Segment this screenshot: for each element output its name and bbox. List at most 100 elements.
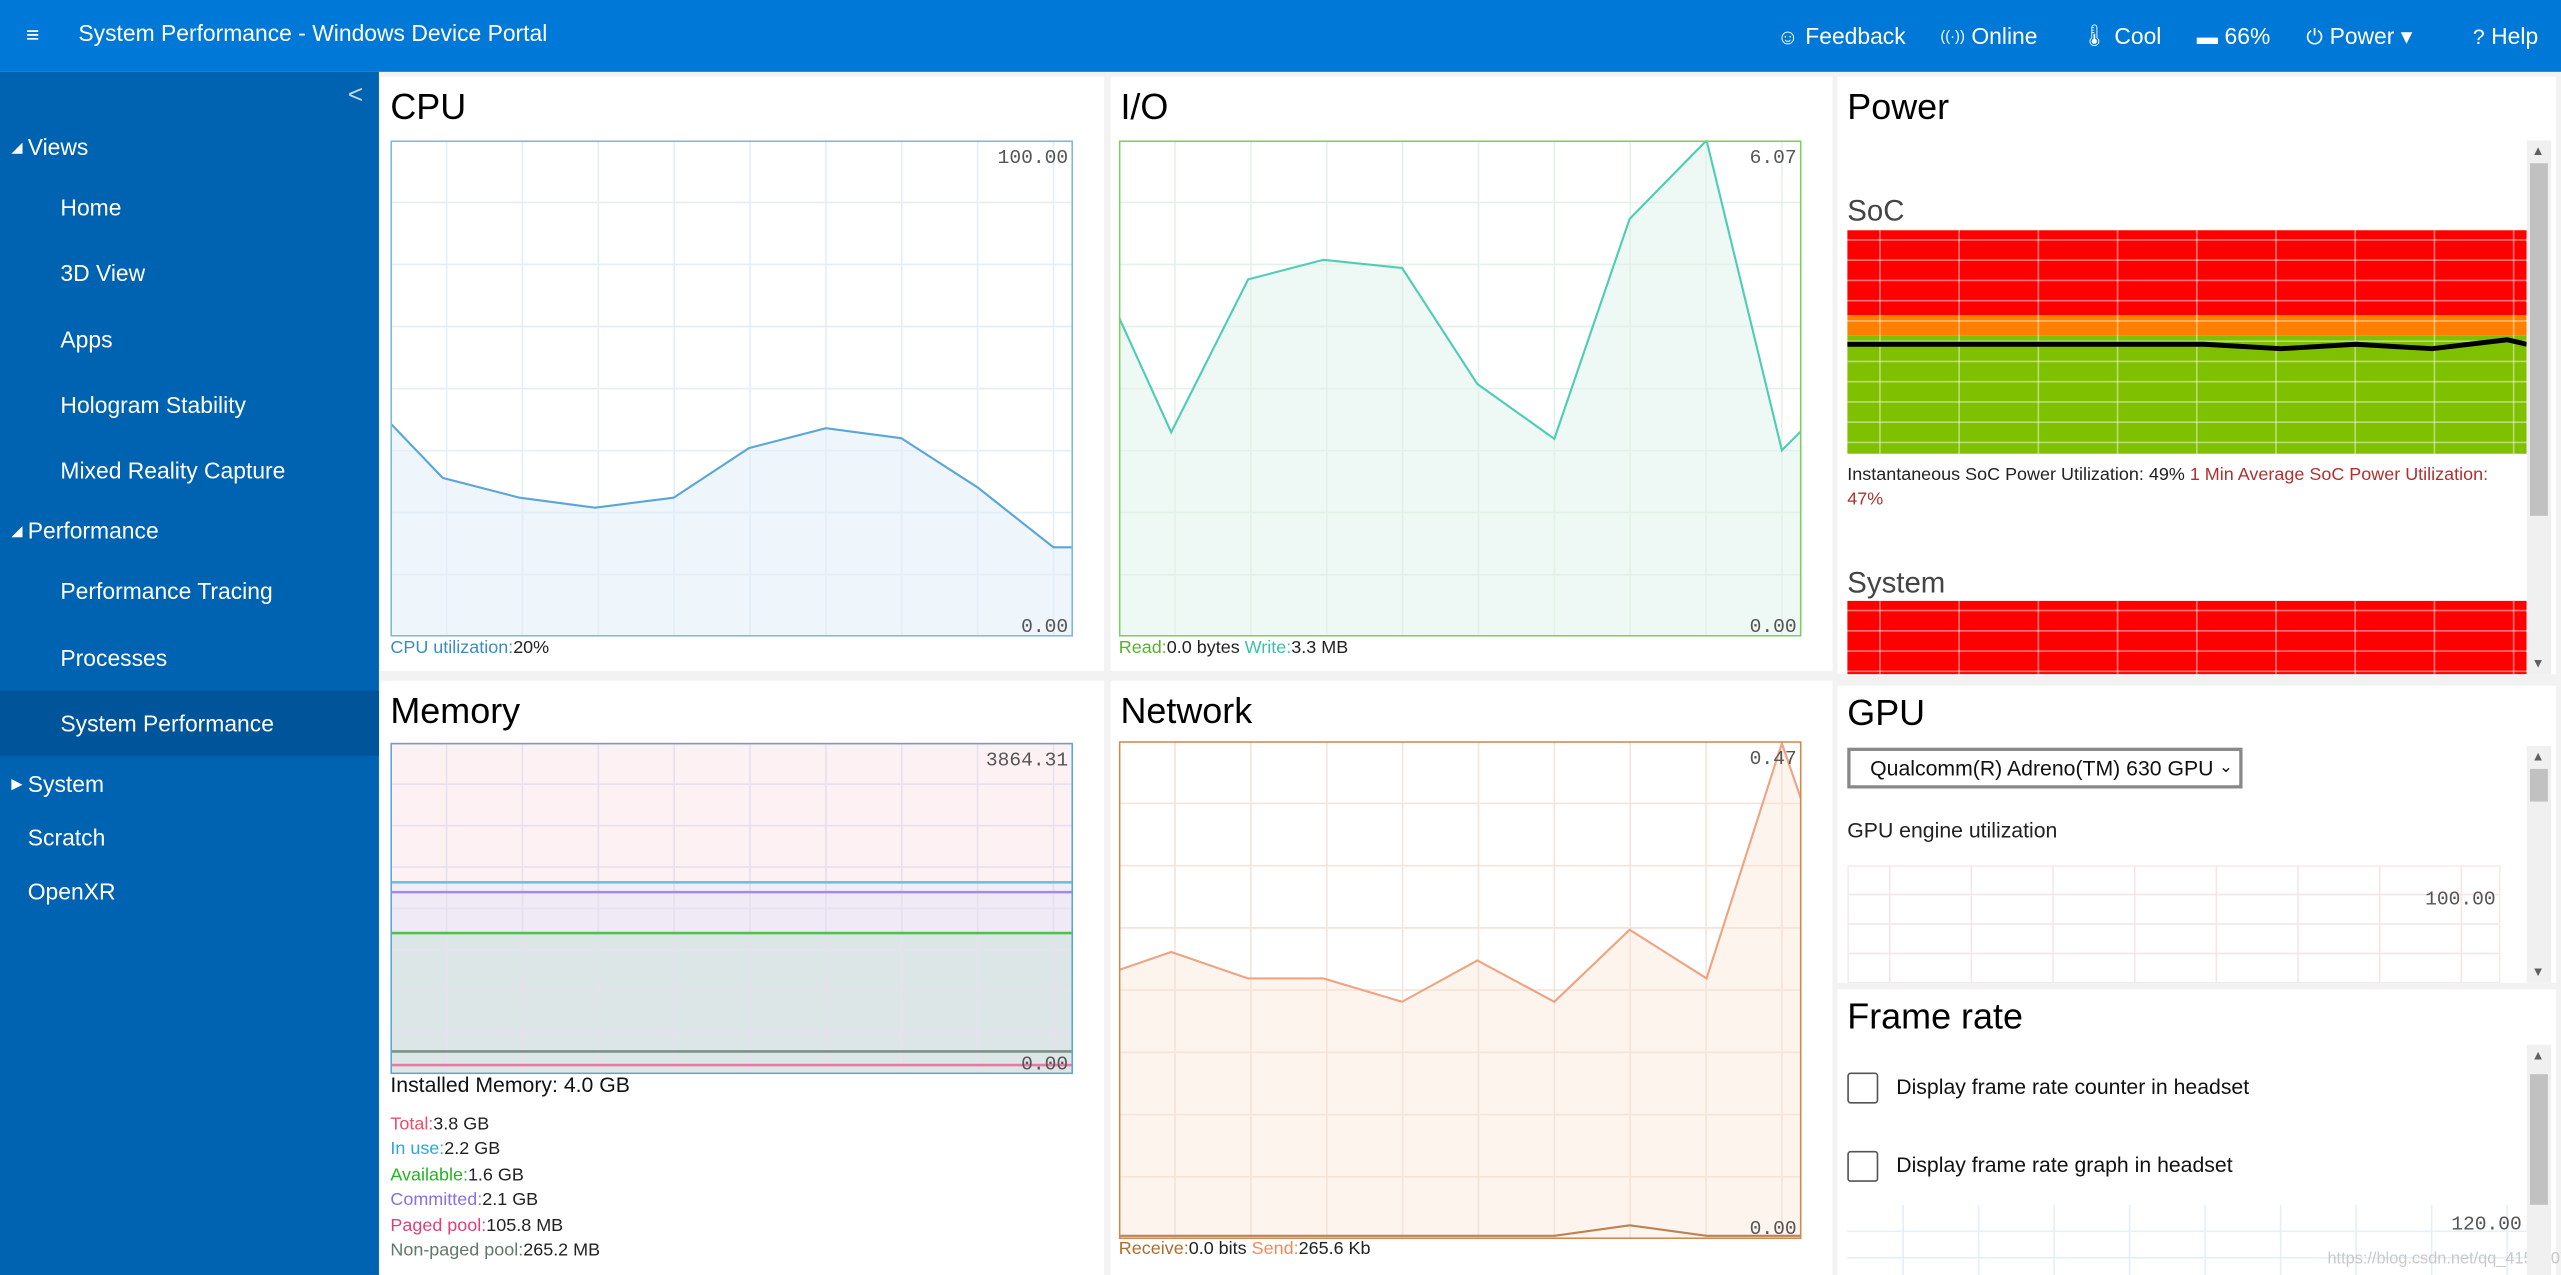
io-chart: 6.07 0.00	[1118, 140, 1802, 637]
sidebar-item-performance[interactable]: ◢ Performance	[0, 498, 379, 563]
system-power-chart	[1847, 600, 2527, 675]
framerate-option-checkbox[interactable]	[1847, 1072, 1879, 1104]
gpu-chart: 100.00	[1847, 865, 2501, 983]
sidebar-item-label: Performance	[27, 517, 159, 544]
gpu-select-value: Qualcomm(R) Adreno(TM) 630 GPU	[1870, 755, 2214, 781]
max-value-label: 3864.31	[986, 750, 1068, 772]
io-read-label: Read:	[1118, 638, 1167, 658]
sidebar-item-label: 3D View	[60, 259, 146, 286]
wifi-icon: ((·))	[1940, 27, 1965, 45]
sidebar-item-label: Processes	[60, 644, 168, 671]
sidebar-item-label: Views	[27, 133, 89, 160]
header-power-button[interactable]: ⏻ Power ▾	[2306, 23, 2412, 51]
battery-icon: ▬	[2196, 23, 2219, 49]
help-icon: ?	[2472, 23, 2485, 49]
header-item-label: 66%	[2224, 22, 2271, 49]
framerate-scrollbar[interactable]: ▲	[2526, 1044, 2552, 1275]
hamburger-icon[interactable]: ≡	[26, 21, 39, 47]
header-item-label: Cool	[2114, 22, 2162, 49]
power-panel: Power SoC Instantaneous SoC Power Utiliz…	[1837, 76, 2557, 675]
gpu-panel: GPU Qualcomm(R) Adreno(TM) 630 GPU ⌄ GPU …	[1837, 685, 2557, 983]
framerate-option-label: Display frame rate counter in headset	[1896, 1074, 2250, 1099]
io-read-value: 0.0 bytes	[1166, 638, 1240, 658]
power-band	[1847, 335, 2527, 454]
stat-value: 105.8 MB	[486, 1215, 564, 1236]
stat-label: In use:	[390, 1140, 445, 1160]
smiley-icon: ☺	[1777, 23, 1799, 49]
header-item-label: Feedback	[1805, 22, 1906, 49]
sidebar-item-home[interactable]: Home	[0, 175, 379, 240]
header-smiley-button[interactable]: ☺ Feedback	[1777, 23, 1906, 49]
page-title: System Performance - Windows Device Port…	[78, 19, 548, 46]
system-power-title: System	[1847, 566, 1946, 600]
sidebar-item-apps[interactable]: Apps	[0, 307, 379, 372]
stat-value: 265.2 MB	[523, 1240, 601, 1261]
network-title: Network	[1120, 690, 1253, 732]
header-item-label: Power ▾	[2329, 22, 2413, 49]
stat-value: 2.1 GB	[482, 1190, 539, 1210]
net-receive-value: 0.0 bits	[1188, 1239, 1247, 1259]
max-value-label: 0.47	[1750, 748, 1797, 770]
memory-title: Memory	[390, 690, 521, 732]
collapse-sidebar-icon[interactable]: <	[348, 82, 363, 111]
net-send-value: 265.6 Kb	[1298, 1239, 1371, 1259]
gpu-title: GPU	[1847, 692, 1926, 733]
sidebar-item-label: System Performance	[60, 710, 274, 737]
header-item-label: Online	[1971, 22, 2038, 49]
cpu-util-value: 20%	[513, 638, 550, 658]
chevron-down-icon: ⌄	[2219, 759, 2233, 778]
header-thermometer-button[interactable]: 🌡 Cool	[2081, 23, 2162, 49]
power-scrollbar[interactable]: ▲ ▼	[2526, 140, 2552, 675]
sidebar-item-hologram-stability[interactable]: Hologram Stability	[0, 372, 379, 437]
max-value-label: 100.00	[2425, 888, 2496, 910]
network-chart: 0.47 0.00	[1118, 741, 1802, 1240]
io-title: I/O	[1120, 86, 1169, 128]
collapse-triangle-icon: ◢	[11, 138, 23, 156]
power-title: Power	[1847, 86, 1950, 128]
soc-title: SoC	[1847, 194, 1905, 227]
header-battery-button[interactable]: ▬ 66%	[2197, 23, 2271, 49]
stat-value: 3.8 GB	[433, 1114, 490, 1135]
header-wifi-button[interactable]: ((·)) Online	[1940, 23, 2037, 49]
io-write-label: Write:	[1244, 638, 1292, 658]
power-icon: ⏻	[2306, 23, 2324, 49]
net-receive-label: Receive:	[1118, 1239, 1189, 1259]
collapse-triangle-icon: ◢	[11, 522, 23, 539]
stat-label: Paged pool:	[390, 1215, 487, 1236]
sidebar-item-label: Home	[60, 194, 122, 221]
memory-stat-available: Available:1.6 GB	[390, 1165, 524, 1185]
sidebar-item-label: Performance Tracing	[60, 577, 273, 605]
max-value-label: 6.07	[1750, 147, 1797, 169]
framerate-option-checkbox[interactable]	[1847, 1150, 1879, 1182]
sidebar-item-3d-view[interactable]: 3D View	[0, 240, 379, 305]
framerate-title: Frame rate	[1847, 995, 2023, 1037]
sidebar-item-processes[interactable]: Processes	[0, 625, 379, 690]
sidebar-item-openxr[interactable]: OpenXR	[0, 859, 379, 924]
sidebar-item-system-performance[interactable]: System Performance	[0, 690, 379, 756]
cpu-title: CPU	[390, 86, 467, 128]
soc-instant-text: Instantaneous SoC Power Utilization: 49%	[1847, 465, 2185, 485]
sidebar-item-mixed-reality-capture[interactable]: Mixed Reality Capture	[0, 438, 379, 503]
sidebar-item-label: OpenXR	[27, 878, 116, 905]
sidebar-item-label: Hologram Stability	[60, 391, 246, 418]
power-band	[1847, 315, 2527, 336]
sidebar-item-performance-tracing[interactable]: Performance Tracing	[0, 558, 379, 623]
sidebar-item-label: Mixed Reality Capture	[60, 457, 286, 484]
max-value-label: 120.00	[2451, 1213, 2522, 1235]
framerate-option-label: Display frame rate graph in headset	[1896, 1152, 2233, 1178]
memory-panel: Memory 3864.31 0.00 Installed Memory: 4.0…	[380, 680, 1105, 1275]
header-item-label: Help	[2491, 22, 2539, 49]
io-panel: I/O 6.07 0.00 Read:0.0 bytes Write:3.3 MB	[1110, 76, 1833, 671]
sidebar-item-label: Apps	[60, 326, 113, 353]
stat-label: Available:	[390, 1165, 468, 1185]
sidebar: < ◢ Views Home 3D View Apps Hologram Stabilit…	[0, 71, 379, 1275]
gpu-select[interactable]: Qualcomm(R) Adreno(TM) 630 GPU ⌄	[1847, 747, 2243, 789]
max-value-label: 100.00	[998, 147, 1069, 169]
gpu-scrollbar[interactable]: ▲ ▼	[2526, 746, 2552, 983]
sidebar-item-views[interactable]: ◢ Views	[0, 114, 379, 179]
stat-label: Committed:	[390, 1190, 483, 1210]
header-help-button[interactable]: ? Help	[2473, 23, 2538, 49]
memory-stat-non-paged-pool: Non-paged pool:265.2 MB	[390, 1241, 600, 1261]
memory-stat-in-use: In use:2.2 GB	[390, 1140, 500, 1160]
stat-label: Total:	[390, 1114, 434, 1135]
